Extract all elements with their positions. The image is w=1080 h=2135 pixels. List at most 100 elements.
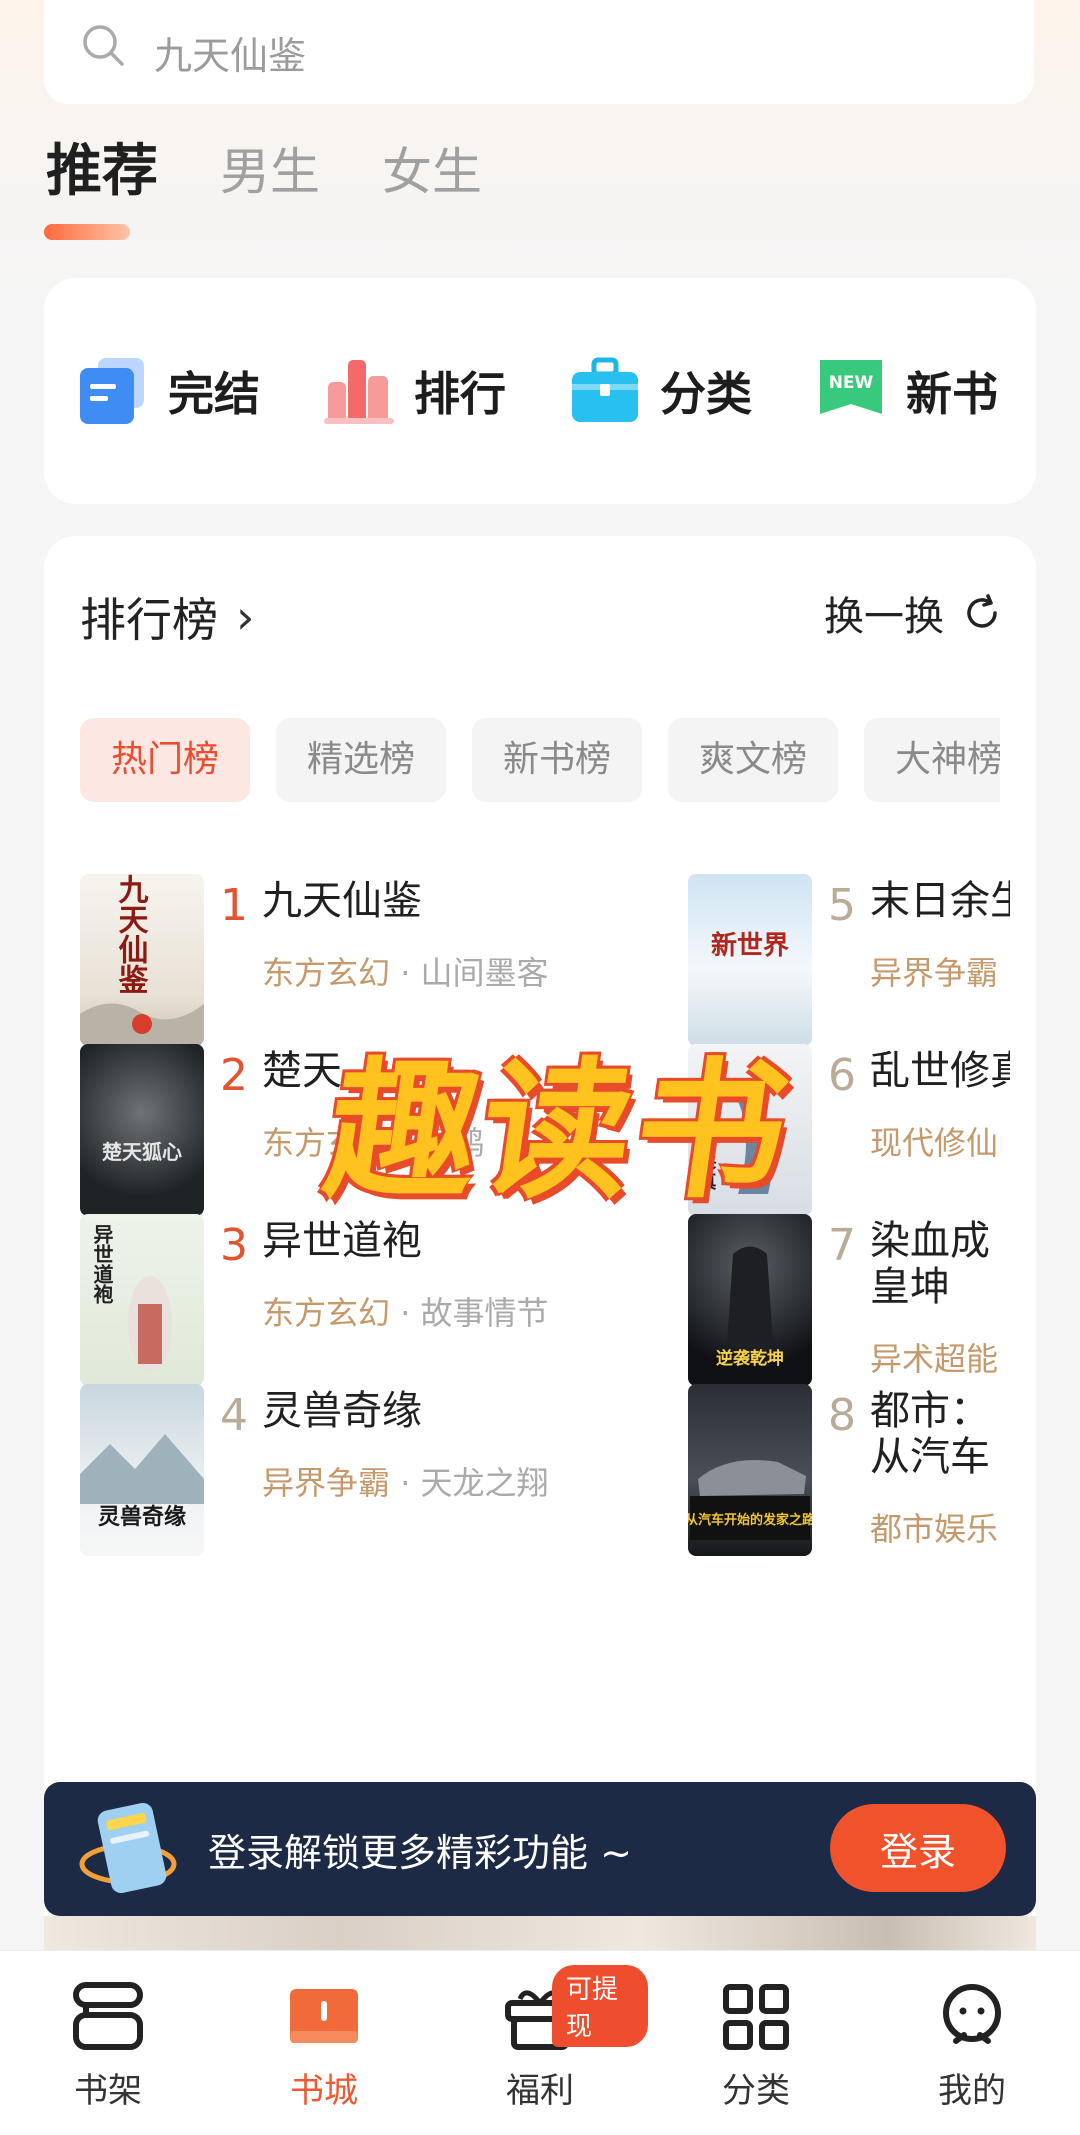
quick-nav-label: 新书 — [906, 367, 998, 421]
quick-nav-card: 完结 排行 分类 NEW 新书 — [44, 278, 1036, 504]
book-category: 异术超能 — [870, 1340, 999, 1378]
ranking-card: 排行榜 › 换一换 热门榜 精选榜 新书榜 爽文榜 大神榜 九天仙鉴 1 九天仙鉴 东方… — [44, 536, 1036, 1956]
book-category: 异界争霸 — [262, 1464, 391, 1502]
cover-title: 楚天狐心 — [102, 1140, 182, 1164]
cover-title: 新世界 — [711, 930, 789, 961]
book-category: 东方玄幻 — [262, 954, 391, 992]
book-meta: 异界争霸 — [870, 948, 1010, 994]
book-title: 灵兽奇缘 — [262, 1388, 422, 1434]
document-stack-icon — [76, 354, 150, 428]
tab-indicator — [44, 224, 130, 240]
grid-icon — [723, 1984, 789, 2050]
nav-profile[interactable]: 我的 — [864, 1951, 1080, 2135]
briefcase-icon — [568, 354, 642, 428]
nav-welfare[interactable]: 福利 可提现 — [432, 1951, 648, 2135]
quick-nav-label: 分类 — [660, 367, 752, 421]
nav-label: 书城 — [290, 2071, 358, 2111]
book-author: 天龙之翔 — [420, 1464, 549, 1502]
chip-hot[interactable]: 热门榜 — [80, 718, 251, 802]
bookshelf-icon — [73, 1982, 143, 2050]
cover-title: 灵兽奇缘 — [98, 1504, 186, 1530]
book-category: 都市娱乐 — [870, 1510, 999, 1548]
refresh-label: 换一换 — [824, 594, 944, 640]
rank-number: 1 — [220, 880, 248, 931]
quick-nav-completed[interactable]: 完结 — [76, 354, 260, 428]
book-title: 九天仙鉴 — [262, 878, 422, 924]
withdraw-badge: 可提现 — [552, 1965, 648, 2047]
login-button[interactable]: 登录 — [830, 1804, 1006, 1892]
book-meta: 东方玄幻 · 山间墨客 — [262, 954, 549, 992]
book-author: 故事情节 — [420, 1294, 549, 1332]
ranking-title: 排行榜 — [80, 593, 218, 647]
open-book-icon — [290, 1989, 358, 2043]
book-category: 异界争霸 — [870, 954, 999, 992]
book-cover: 灵兽奇缘 — [80, 1384, 204, 1556]
book-item[interactable]: 异世道袍 3 异世道袍 东方玄幻 · 故事情节 — [80, 1214, 549, 1394]
book-meta: 异界争霸 · 天龙之翔 — [262, 1464, 549, 1502]
rank-number: 6 — [828, 1050, 856, 1101]
nav-label: 我的 — [938, 2071, 1006, 2111]
rank-number: 7 — [828, 1220, 856, 1271]
login-banner[interactable]: 登录解锁更多精彩功能 ~ 登录 — [44, 1782, 1036, 1916]
book-meta: 东方玄幻 · 故事情节 — [262, 1294, 549, 1332]
phone-illustration-icon — [68, 1784, 198, 1914]
profile-icon — [943, 1984, 1001, 2044]
book-cover: 逆袭乾坤 — [688, 1214, 812, 1386]
refresh-button[interactable]: 换一换 — [824, 584, 1002, 642]
book-cover: 异世道袍 — [80, 1214, 204, 1386]
refresh-icon — [967, 594, 997, 628]
tab-male[interactable]: 男生 — [220, 136, 320, 246]
ranking-header[interactable]: 排行榜 › — [80, 584, 254, 650]
book-cover: 从汽车开始的发家之路 — [688, 1384, 812, 1556]
cover-title: 从汽车开始的发家之路 — [688, 1512, 812, 1528]
new-tag-icon: NEW — [814, 354, 888, 428]
book-category: 东方玄幻 — [262, 1294, 391, 1332]
book-cover: 楚天狐心 — [80, 1044, 204, 1216]
book-meta: 现代修仙 — [870, 1118, 1010, 1164]
book-item[interactable]: 从汽车开始的发家之路 8 都市：从汽车开始的发家之路 都市娱乐 — [688, 1384, 1036, 1564]
chip-selected[interactable]: 精选榜 — [276, 718, 447, 802]
book-meta: 都市娱乐 — [870, 1504, 1010, 1550]
tab-female[interactable]: 女生 — [382, 136, 482, 246]
book-item[interactable]: 逆袭乾坤 7 染血成皇坤 异术超能 — [688, 1214, 1036, 1394]
book-category: 现代修仙 — [870, 1124, 999, 1162]
rank-number: 8 — [828, 1390, 856, 1441]
quick-nav-ranking[interactable]: 排行 — [322, 354, 506, 428]
chip-thrilling[interactable]: 爽文榜 — [668, 718, 839, 802]
search-bar[interactable]: 九天仙鉴 — [44, 0, 1034, 104]
nav-category[interactable]: 分类 — [648, 1951, 864, 2135]
book-item[interactable]: 灵兽奇缘 4 灵兽奇缘 异界争霸 · 天龙之翔 — [80, 1384, 549, 1564]
quick-nav-new-books[interactable]: NEW 新书 — [814, 354, 998, 428]
book-meta: 异术超能 — [870, 1334, 1010, 1380]
bar-chart-icon — [322, 354, 396, 428]
nav-bookshelf[interactable]: 书架 — [0, 1951, 216, 2135]
chip-master[interactable]: 大神榜 — [864, 718, 1000, 802]
ranking-chips: 热门榜 精选榜 新书榜 爽文榜 大神榜 — [80, 718, 1000, 802]
book-author: 山间墨客 — [420, 954, 549, 992]
search-placeholder: 九天仙鉴 — [154, 33, 307, 78]
cover-title: 九天仙鉴 — [113, 874, 150, 994]
search-icon — [80, 22, 140, 82]
rank-number: 2 — [220, 1050, 248, 1101]
nav-label: 福利 — [506, 2071, 574, 2111]
quick-nav-category[interactable]: 分类 — [568, 354, 752, 428]
book-title: 末日余生 — [870, 878, 1010, 924]
cover-title: 异世道袍 — [90, 1224, 114, 1304]
quick-nav-label: 排行 — [414, 367, 506, 421]
bottom-nav: 书架 书城 福利 可提现 分类 我的 — [0, 1950, 1080, 2135]
rank-number: 4 — [220, 1390, 248, 1441]
cover-title: 逆袭乾坤 — [716, 1348, 784, 1369]
nav-label: 分类 — [722, 2071, 790, 2111]
quick-nav-label: 完结 — [168, 367, 260, 421]
login-message: 登录解锁更多精彩功能 ~ — [208, 1830, 632, 1875]
new-tag-text: NEW — [829, 373, 874, 393]
chip-new-books[interactable]: 新书榜 — [472, 718, 643, 802]
book-cover: 九天仙鉴 — [80, 874, 204, 1046]
rank-number: 3 — [220, 1220, 248, 1271]
nav-label: 书架 — [74, 2071, 142, 2111]
nav-bookstore[interactable]: 书城 — [216, 1951, 432, 2135]
book-title: 都市：从汽车开始的发家之路 — [870, 1388, 990, 1480]
rank-number: 5 — [828, 880, 856, 931]
book-title: 染血成皇坤 — [870, 1218, 990, 1310]
chevron-right-icon: › — [236, 590, 255, 644]
